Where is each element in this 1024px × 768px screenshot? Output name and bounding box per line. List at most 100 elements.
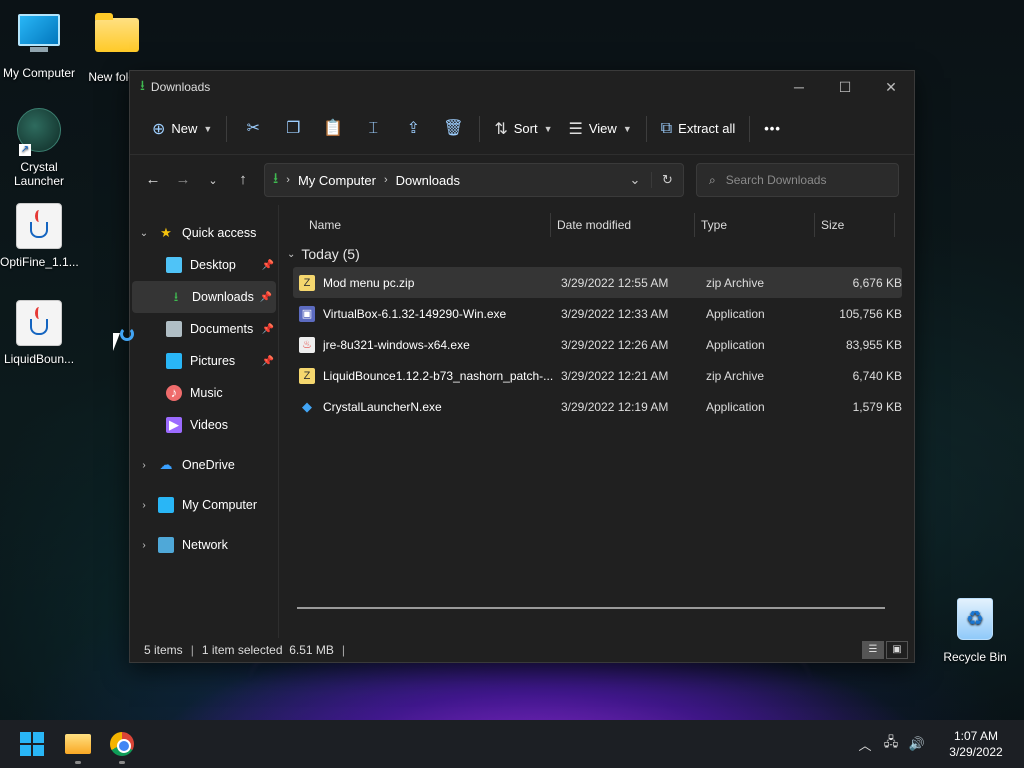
column-header-date-modified[interactable]: Date modified [551,213,695,237]
search-icon: ⌕ [709,172,716,187]
file-row[interactable]: ♨ jre-8u321-windows-x64.exe 3/29/2022 12… [293,329,902,360]
column-header-type[interactable]: Type [695,213,815,237]
maximize-button[interactable]: ☐ [822,71,868,103]
share-button[interactable]: ⇪ [393,113,433,145]
system-tray: ︿ 🖧 🔊 1:07 AM 3/29/2022 [852,720,1024,768]
sidebar-item-downloads[interactable]: ⭳ Downloads 📌 [132,281,276,313]
details-view-button[interactable]: ☰ [862,641,884,659]
chevron-down-icon[interactable]: ⌄ [130,228,158,239]
volume-icon[interactable]: 🔊 [904,736,930,752]
show-hidden-icons-button[interactable]: ︿ [852,735,878,754]
start-button[interactable] [10,722,54,766]
back-button[interactable]: ← [138,165,168,195]
desktop-icon-recycle-bin[interactable]: ♻ Recycle Bin [936,598,1014,664]
arrow-up-icon: ↑ [239,171,247,188]
breadcrumb-separator-icon: › [286,174,290,186]
rename-button[interactable]: ⌶ [353,113,393,145]
file-size: 6,740 KB [852,368,902,383]
forward-button[interactable]: → [168,165,198,195]
recent-locations-button[interactable]: ⌄ [198,165,228,195]
toolbar-divider [226,115,228,142]
view-toggles: ☰ ▣ [860,641,908,659]
sort-button[interactable]: ⇅ Sort ▼ [486,113,560,145]
desktop-icon-liquidbounce[interactable]: LiquidBoun... [0,300,78,366]
status-bar: 5 items | 1 item selected 6.51 MB | ☰ ▣ [130,638,914,662]
taskbar-file-explorer[interactable] [56,722,100,766]
file-date: 3/29/2022 12:19 AM [561,399,669,414]
desktop-icon-label: My Computer [2,66,76,80]
desktop-icon-my-computer[interactable]: My Computer [0,10,78,80]
file-explorer-icon [65,734,91,754]
search-input[interactable]: ⌕ Search Downloads [696,163,899,197]
copy-button[interactable]: ❐ [273,113,313,145]
new-button[interactable]: ⊕ New ▼ [144,113,220,145]
share-icon: ⇪ [406,119,421,137]
clock-time: 1:07 AM [953,729,999,743]
pictures-icon [166,353,182,369]
view-button[interactable]: ☰ View ▼ [561,113,640,145]
breadcrumb-downloads[interactable]: Downloads [396,173,460,188]
more-options-button[interactable]: ••• [756,113,789,145]
close-button[interactable]: ✕ [868,71,914,103]
view-label: View [588,121,617,136]
chevron-down-icon: ▼ [203,123,213,134]
network-tray-icon[interactable]: 🖧 [878,733,904,755]
videos-icon: ▶ [166,417,182,433]
music-icon: ♪ [166,385,182,401]
chevron-right-icon[interactable]: › [130,500,158,511]
file-date: 3/29/2022 12:55 AM [561,275,669,290]
rename-icon: ⌶ [368,119,379,137]
sidebar-item-videos[interactable]: ▶ Videos [130,409,278,441]
address-bar[interactable]: ⭳ › My Computer › Downloads ⌄ ↻ [264,163,684,197]
chevron-right-icon[interactable]: › [130,460,158,471]
sidebar-item-music[interactable]: ♪ Music [130,377,278,409]
file-row[interactable]: Z LiquidBounce1.12.2-b73_nashorn_patch-.… [293,360,902,391]
group-header-today[interactable]: ⌄ Today (5) [279,241,914,267]
chevron-down-icon: ⌄ [287,248,296,260]
file-name: Mod menu pc.zip [323,275,415,290]
arrow-right-icon: → [175,171,191,188]
sidebar-item-label: Downloads [192,290,254,304]
horizontal-scrollbar[interactable] [297,607,885,609]
file-row[interactable]: Z Mod menu pc.zip 3/29/2022 12:55 AM zip… [293,267,902,298]
clock[interactable]: 1:07 AM 3/29/2022 [936,728,1016,760]
refresh-icon[interactable]: ↻ [651,172,683,188]
details-view-icon: ☰ [868,644,878,655]
chevron-right-icon[interactable]: › [130,540,158,551]
sidebar-item-documents[interactable]: Documents 📌 [130,313,278,345]
delete-button[interactable]: 🗑 [433,113,473,145]
up-button[interactable]: ↑ [228,165,258,195]
address-dropdown-icon[interactable]: ⌄ [619,172,651,188]
pin-icon: 📌 [261,259,274,271]
breadcrumb-my-computer[interactable]: My Computer [298,173,376,188]
tiles-view-icon: ▣ [892,644,902,655]
desktop-icon-label: Recycle Bin [943,650,1007,664]
tiles-view-button[interactable]: ▣ [886,641,908,659]
sidebar-item-label: Desktop [190,258,236,272]
taskbar-chrome[interactable] [100,722,144,766]
extract-all-button[interactable]: ⧉ Extract all [653,113,744,145]
desktop-icon-crystal-launcher[interactable]: ↗ Crystal Launcher [0,106,78,188]
title-bar[interactable]: ⭳ Downloads ─ ☐ ✕ [130,71,914,103]
sidebar-item-onedrive[interactable]: › ☁ OneDrive [130,449,278,481]
sidebar-item-pictures[interactable]: Pictures 📌 [130,345,278,377]
downloads-icon: ⭳ [273,169,279,187]
sidebar-item-my-computer[interactable]: › My Computer [130,489,278,521]
status-divider: | [190,643,194,657]
paste-button[interactable]: 📋 [313,113,353,145]
minimize-button[interactable]: ─ [776,71,822,103]
clock-date: 3/29/2022 [949,745,1003,759]
file-row[interactable]: ▣ VirtualBox-6.1.32-149290-Win.exe 3/29/… [293,298,902,329]
monitor-icon [15,14,63,62]
mouse-pointer [113,333,120,351]
trash-icon: 🗑 [443,119,464,137]
cut-button[interactable]: ✂ [233,113,273,145]
desktop-icon-label: LiquidBoun... [3,352,75,366]
column-header-name[interactable]: Name [279,213,551,237]
sidebar-item-desktop[interactable]: Desktop 📌 [130,249,278,281]
column-header-size[interactable]: Size [815,213,895,237]
sidebar-item-network[interactable]: › Network [130,529,278,561]
file-row[interactable]: ◆ CrystalLauncherN.exe 3/29/2022 12:19 A… [293,391,902,422]
desktop-icon-optifine[interactable]: OptiFine_1.1... [0,203,79,269]
sidebar-item-quick-access[interactable]: ⌄ ★ Quick access [130,217,278,249]
